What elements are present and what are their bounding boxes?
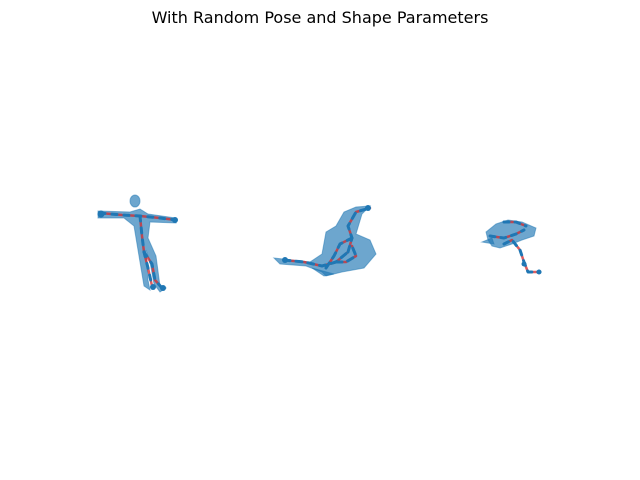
figure-canvas: [97, 194, 542, 293]
t-pose-mesh: [97, 194, 177, 293]
crouched-mesh: [480, 219, 537, 249]
crouched-figure: [480, 219, 542, 275]
t-pose-figure: [97, 194, 178, 293]
lying-figure: [272, 205, 377, 277]
